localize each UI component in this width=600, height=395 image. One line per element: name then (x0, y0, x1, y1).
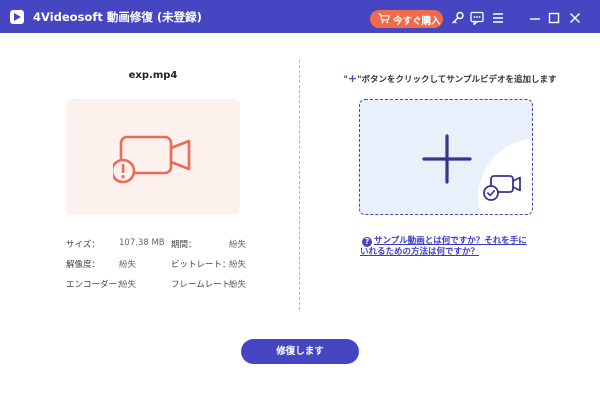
bitrate-label: ビットレート： (171, 260, 231, 270)
cart-icon (378, 13, 390, 24)
buy-now-label: 今すぐ購入 (393, 16, 441, 27)
broken-video-icon (113, 135, 191, 184)
plus-icon (422, 134, 472, 184)
sample-video-help-link[interactable]: サンプル動画とは何ですか？それを手にいれるための方法は何ですか？ (360, 236, 535, 258)
resolution-value: 紛失 (119, 260, 137, 270)
size-value: 107.38 MB (119, 238, 165, 248)
framerate-value: 紛失 (229, 280, 247, 290)
key-icon[interactable] (450, 10, 466, 26)
panel-divider (299, 60, 300, 310)
help-link-text[interactable]: サンプル動画とは何ですか？それを手にいれるための方法は何ですか？ (360, 236, 527, 257)
app-title: 4Videosoft 動画修復 (未登録) (33, 10, 202, 24)
add-sample-video-dropzone[interactable] (359, 99, 533, 215)
duration-label: 期間： (171, 240, 197, 250)
video-check-icon (483, 175, 521, 201)
minimize-icon[interactable] (527, 10, 543, 26)
bitrate-value: 紛失 (229, 260, 247, 270)
title-bar: 4Videosoft 動画修復 (未登録) 今すぐ購入 (0, 0, 600, 33)
app-logo-icon (10, 10, 24, 24)
hint-plus-symbol: + (347, 72, 358, 85)
file-name: exp.mp4 (128, 70, 178, 81)
resolution-label: 解像度： (66, 260, 101, 270)
video-preview (66, 99, 240, 215)
encoder-label: エンコーダー： (66, 280, 126, 290)
maximize-icon[interactable] (546, 10, 562, 26)
repair-button[interactable]: 修復します (241, 339, 359, 364)
buy-now-button[interactable]: 今すぐ購入 (370, 10, 443, 28)
chat-icon[interactable] (469, 10, 485, 26)
encoder-value: 紛失 (119, 280, 137, 290)
size-label: サイズ： (66, 240, 100, 250)
close-icon[interactable] (567, 10, 583, 26)
add-sample-hint: "+"ボタンをクリックしてサンプルビデオを追加します (310, 72, 590, 85)
menu-icon[interactable] (490, 10, 506, 26)
hint-text-suffix: "ボタンをクリックしてサンプルビデオを追加します (357, 75, 557, 85)
duration-value: 紛失 (229, 240, 247, 250)
